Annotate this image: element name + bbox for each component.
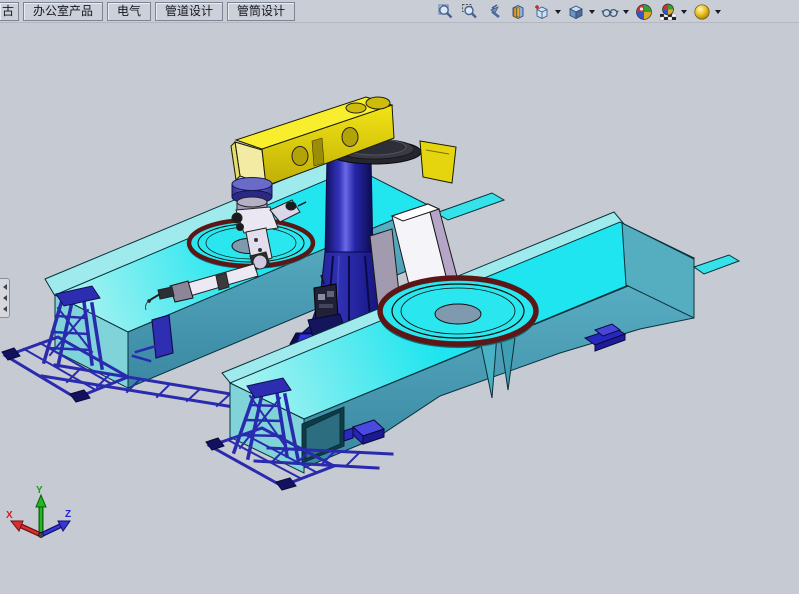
svg-text:Z: Z bbox=[65, 509, 71, 520]
collapse-arrow-icon bbox=[3, 306, 7, 312]
hide-show-items-icon[interactable] bbox=[601, 3, 619, 21]
boom-mount-bracket bbox=[420, 141, 456, 183]
hide-show-items-dropdown[interactable] bbox=[623, 10, 629, 14]
heads-up-view-toolbar bbox=[437, 2, 721, 21]
orientation-triad: Y X Z bbox=[5, 483, 77, 552]
triad-z-axis: Z bbox=[41, 509, 71, 535]
display-style-dropdown[interactable] bbox=[589, 10, 595, 14]
zoom-to-area-icon[interactable] bbox=[461, 3, 479, 21]
boom-hole-side-1 bbox=[292, 147, 308, 166]
tab-electrical[interactable]: 电气 bbox=[107, 2, 151, 21]
boom-hole-side-2 bbox=[342, 128, 358, 147]
svg-text:X: X bbox=[6, 510, 13, 521]
boom-hole-top-1 bbox=[346, 103, 366, 113]
view-orientation-icon[interactable] bbox=[533, 3, 551, 21]
section-view-icon[interactable] bbox=[509, 3, 527, 21]
zoom-to-fit-icon[interactable] bbox=[437, 3, 455, 21]
view-settings-dropdown[interactable] bbox=[715, 10, 721, 14]
triad-x-axis: X bbox=[6, 510, 41, 535]
apply-scene-icon[interactable] bbox=[659, 3, 677, 21]
edit-appearance-icon[interactable] bbox=[635, 3, 653, 21]
previous-view-icon[interactable] bbox=[485, 3, 503, 21]
tab-partial[interactable]: 古 bbox=[0, 2, 19, 21]
tab-piping-design[interactable]: 管道设计 bbox=[155, 2, 223, 21]
beam-support-post bbox=[152, 315, 173, 358]
collapse-arrow-icon bbox=[3, 295, 7, 301]
graphics-viewport[interactable] bbox=[0, 22, 799, 589]
svg-text:Y: Y bbox=[36, 485, 43, 496]
view-orientation-dropdown[interactable] bbox=[555, 10, 561, 14]
rotary-ring-right[interactable] bbox=[379, 278, 537, 348]
triad-y-axis: Y bbox=[36, 485, 46, 535]
view-settings-icon[interactable] bbox=[693, 3, 711, 21]
tab-office-products[interactable]: 办公室产品 bbox=[23, 2, 103, 21]
collapse-arrow-icon bbox=[3, 284, 7, 290]
featuremanager-collapse-handle[interactable] bbox=[0, 278, 10, 318]
apply-scene-dropdown[interactable] bbox=[681, 10, 687, 14]
command-manager-bar: 古 办公室产品 电气 管道设计 管筒设计 bbox=[0, 0, 799, 23]
command-tabs: 古 办公室产品 电气 管道设计 管筒设计 bbox=[0, 1, 295, 21]
ring-center-hole bbox=[435, 304, 481, 324]
boom-hole-top-2 bbox=[366, 97, 390, 109]
display-style-icon[interactable] bbox=[567, 3, 585, 21]
model-scene bbox=[0, 22, 799, 589]
tab-tubing-design[interactable]: 管筒设计 bbox=[227, 2, 295, 21]
